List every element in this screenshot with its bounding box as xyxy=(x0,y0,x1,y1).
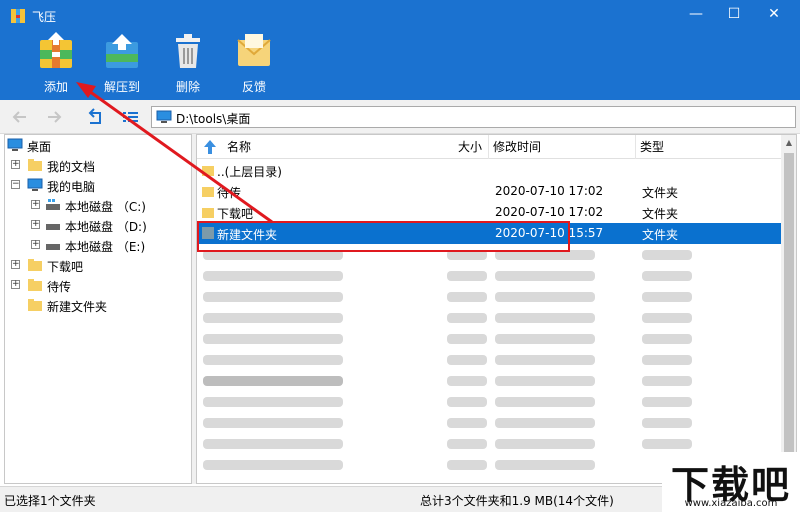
close-button[interactable]: ✕ xyxy=(760,4,788,24)
tree-item-label: 下载吧 xyxy=(47,260,84,274)
tree-item-label: 我的电脑 xyxy=(47,180,96,194)
watermark: 下载吧 www.xiazaiba.com xyxy=(662,452,800,512)
sort-up-arrow-icon[interactable] xyxy=(203,139,217,155)
up-folder-icon[interactable] xyxy=(86,107,106,127)
feedback-button[interactable]: 反馈 xyxy=(224,32,284,96)
file-row-parent[interactable]: ..(上层目录) xyxy=(197,160,781,181)
column-header-name[interactable]: 名称 xyxy=(223,135,343,159)
tree-item-new-folder[interactable]: 新建文件夹 xyxy=(11,297,187,315)
tree-item-drive-e[interactable]: + 本地磁盘 （E:) xyxy=(31,237,187,255)
computer-icon xyxy=(156,110,172,123)
minimize-button[interactable]: — xyxy=(682,4,710,24)
file-type: 文件夹 xyxy=(642,228,679,242)
mail-icon xyxy=(237,34,271,66)
expand-icon[interactable]: + xyxy=(31,240,40,249)
scrollbar-thumb[interactable] xyxy=(784,153,794,453)
navigation-bar: D:\tools\桌面 xyxy=(0,100,800,134)
computer-icon xyxy=(27,178,43,191)
trash-icon xyxy=(176,34,200,68)
tree-item-label: 本地磁盘 （D:) xyxy=(65,220,147,234)
tree-item-label: 本地磁盘 （C:) xyxy=(65,200,146,214)
maximize-button[interactable]: ☐ xyxy=(720,4,748,24)
column-header-type[interactable]: 类型 xyxy=(636,135,781,159)
file-name: 待传 xyxy=(217,186,242,200)
file-modified: 2020-07-10 17:02 xyxy=(495,184,604,198)
status-total: 总计3个文件夹和1.9 MB(14个文件) xyxy=(420,494,614,508)
back-arrow-icon[interactable] xyxy=(10,107,30,127)
title-bar: 飞压 — ☐ ✕ xyxy=(0,0,800,30)
tree-item-documents[interactable]: + 我的文档 xyxy=(11,157,187,175)
tree-item-desktop[interactable]: 桌面 xyxy=(7,137,187,155)
delete-button[interactable]: 删除 xyxy=(158,32,218,96)
extract-icon xyxy=(106,34,138,68)
tree-item-drive-d[interactable]: + 本地磁盘 （D:) xyxy=(31,217,187,235)
column-header-size[interactable]: 大小 xyxy=(343,135,489,159)
expand-icon[interactable]: + xyxy=(31,220,40,229)
archive-add-icon xyxy=(40,32,72,68)
tree-item-my-computer[interactable]: − 我的电脑 xyxy=(11,177,187,195)
column-header-modified[interactable]: 修改时间 xyxy=(489,135,636,159)
expand-icon[interactable]: + xyxy=(11,160,20,169)
folder-tree: 桌面 + 我的文档 − 我的电脑 + 本地磁盘 （C:) + 本地磁盘 （D:)… xyxy=(4,134,192,484)
folder-icon xyxy=(202,187,214,197)
status-selection: 已选择1个文件夹 xyxy=(4,494,96,508)
list-view-icon[interactable] xyxy=(120,107,140,127)
folder-up-icon xyxy=(202,166,214,176)
file-list: 名称 大小 修改时间 类型 ..(上层目录) 待传 2020-07-10 17:… xyxy=(196,134,797,484)
forward-arrow-icon[interactable] xyxy=(44,107,64,127)
file-type: 文件夹 xyxy=(642,186,679,200)
tree-item-label: 待传 xyxy=(47,280,72,294)
drive-icon xyxy=(46,199,60,210)
app-header: 飞压 — ☐ ✕ 添加 解压到 删除 反馈 xyxy=(0,0,800,100)
file-row[interactable]: 下载吧 2020-07-10 17:02 文件夹 xyxy=(197,202,781,223)
folder-icon xyxy=(28,279,42,291)
file-type: 文件夹 xyxy=(642,207,679,221)
expand-icon[interactable]: + xyxy=(31,200,40,209)
collapse-icon[interactable]: − xyxy=(11,180,20,189)
tree-item-label: 桌面 xyxy=(27,140,52,154)
expand-icon[interactable]: + xyxy=(11,280,20,289)
drive-icon xyxy=(46,224,60,230)
file-modified: 2020-07-10 17:02 xyxy=(495,205,604,219)
file-name: ..(上层目录) xyxy=(217,165,282,179)
address-bar[interactable]: D:\tools\桌面 xyxy=(151,106,796,128)
tree-item-drive-c[interactable]: + 本地磁盘 （C:) xyxy=(31,197,187,215)
vertical-scrollbar[interactable]: ▲ ▼ xyxy=(781,135,796,483)
tree-item-label: 本地磁盘 （E:) xyxy=(65,240,146,254)
tree-item-daichuan[interactable]: + 待传 xyxy=(11,277,187,295)
folder-icon xyxy=(202,208,214,218)
expand-icon[interactable]: + xyxy=(11,260,20,269)
folder-icon xyxy=(28,259,42,271)
app-title: 飞压 xyxy=(32,10,57,24)
file-name: 下载吧 xyxy=(217,207,254,221)
delete-label: 删除 xyxy=(175,80,200,94)
extract-to-label: 解压到 xyxy=(103,80,140,94)
scroll-up-icon[interactable]: ▲ xyxy=(784,138,794,148)
tree-item-label: 我的文档 xyxy=(47,160,96,174)
tree-item-xiazaiba[interactable]: + 下载吧 xyxy=(11,257,187,275)
folder-icon xyxy=(28,299,42,311)
add-button[interactable]: 添加 xyxy=(26,32,86,96)
watermark-url: www.xiazaiba.com xyxy=(684,498,778,509)
desktop-icon xyxy=(7,138,23,151)
list-header: 名称 大小 修改时间 类型 xyxy=(197,135,781,159)
drive-icon xyxy=(46,244,60,250)
add-button-label: 添加 xyxy=(43,80,68,94)
folder-icon xyxy=(28,159,42,171)
app-logo-icon xyxy=(11,9,25,23)
tree-item-label: 新建文件夹 xyxy=(47,300,108,314)
highlight-box xyxy=(197,221,570,252)
extract-to-button[interactable]: 解压到 xyxy=(92,32,152,96)
file-row[interactable]: 待传 2020-07-10 17:02 文件夹 xyxy=(197,181,781,202)
address-path: D:\tools\桌面 xyxy=(176,112,251,126)
feedback-label: 反馈 xyxy=(241,80,266,94)
